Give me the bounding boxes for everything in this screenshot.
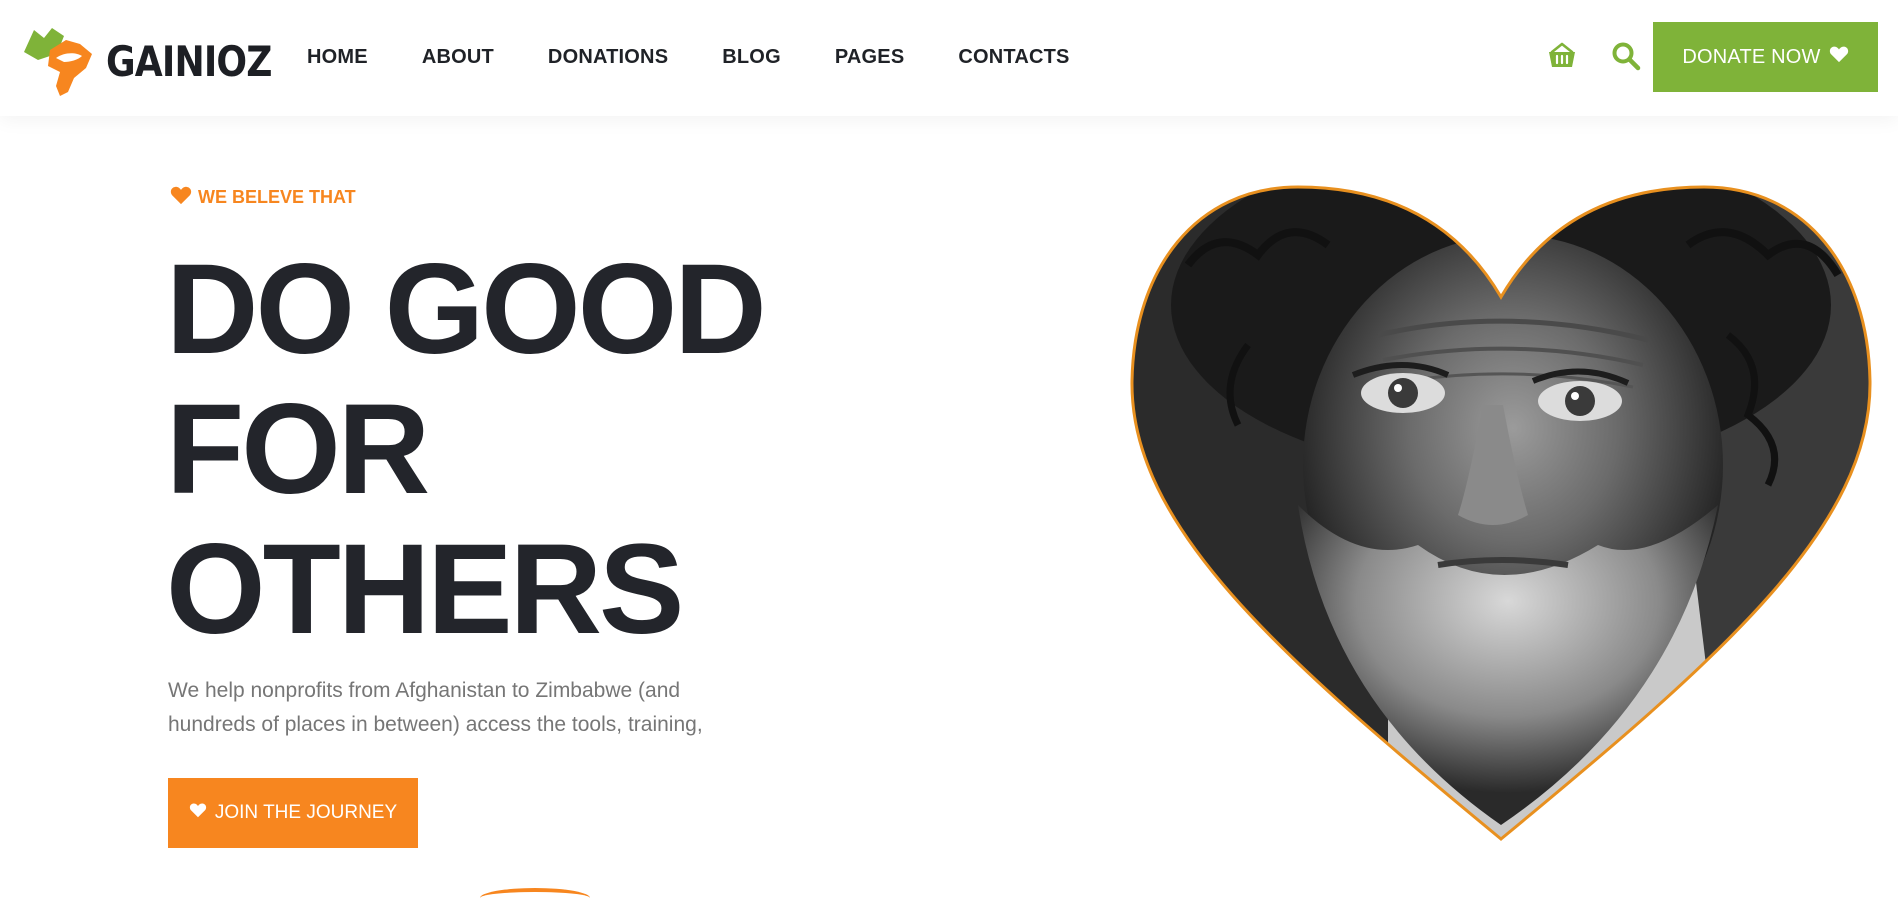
nav-contacts[interactable]: CONTACTS [958, 40, 1069, 74]
headline-line-1: DO GOOD [166, 238, 767, 381]
search-icon[interactable] [1610, 40, 1642, 72]
header-icons [1546, 40, 1642, 72]
logo[interactable]: GAINIOZ [20, 24, 299, 98]
heart-icon [170, 185, 192, 210]
headline-line-2: FOR [166, 378, 430, 521]
site-header: GAINIOZ HOME ABOUT DONATIONS BLOG PAGES … [0, 0, 1898, 116]
heart-icon [1829, 45, 1849, 69]
headline-line-3: OTHERS [166, 518, 684, 661]
logo-icon [20, 22, 96, 100]
join-the-journey-button[interactable]: JOIN THE JOURNEY [168, 778, 418, 848]
logo-text: GAINIOZ [106, 36, 272, 86]
hero-headline: DO GOOD FOR OTHERS [166, 240, 786, 660]
nav-pages[interactable]: PAGES [835, 40, 905, 74]
basket-icon[interactable] [1546, 40, 1578, 72]
nav-about[interactable]: ABOUT [422, 40, 494, 74]
hero-description: We help nonprofits from Afghanistan to Z… [168, 679, 703, 736]
nav-home[interactable]: HOME [307, 40, 368, 74]
nav-blog[interactable]: BLOG [722, 40, 781, 74]
decorative-arc [480, 888, 590, 908]
heart-icon [189, 802, 207, 824]
hero-tagline: WE BELEVE THAT [170, 185, 356, 210]
donate-now-button[interactable]: DONATE NOW [1653, 22, 1878, 92]
main-nav: HOME ABOUT DONATIONS BLOG PAGES CONTACTS [307, 40, 1124, 74]
donate-now-label: DONATE NOW [1682, 45, 1821, 68]
heart-portrait-image [1128, 185, 1874, 847]
join-the-journey-label: JOIN THE JOURNEY [214, 802, 398, 823]
tagline-text: WE BELEVE THAT [198, 187, 356, 207]
nav-donations[interactable]: DONATIONS [548, 40, 668, 74]
